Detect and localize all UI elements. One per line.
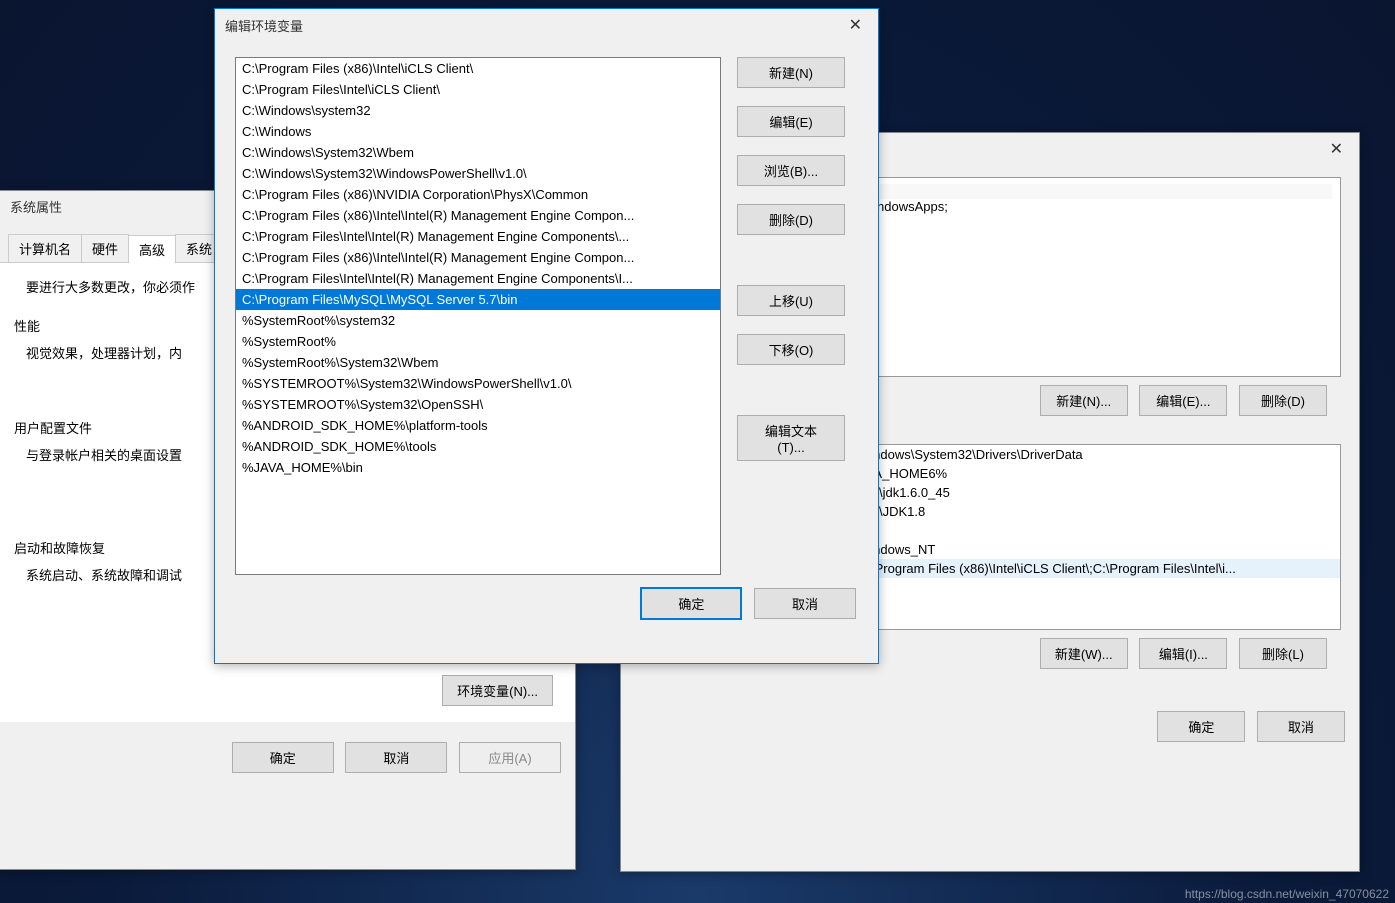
path-list-item[interactable]: %SYSTEMROOT%\System32\OpenSSH\ bbox=[236, 394, 720, 415]
edit-button[interactable]: 编辑(E) bbox=[737, 106, 845, 137]
path-list-item[interactable]: C:\Program Files (x86)\NVIDIA Corporatio… bbox=[236, 184, 720, 205]
path-list-item[interactable]: C:\Program Files\Intel\Intel(R) Manageme… bbox=[236, 226, 720, 247]
sys-edit-button[interactable]: 编辑(I)... bbox=[1139, 638, 1227, 669]
path-list-item[interactable]: C:\Program Files (x86)\Intel\Intel(R) Ma… bbox=[236, 247, 720, 268]
path-list-item[interactable]: C:\Program Files (x86)\Intel\Intel(R) Ma… bbox=[236, 205, 720, 226]
edit-path-dialog: 编辑环境变量 ✕ C:\Program Files (x86)\Intel\iC… bbox=[214, 8, 879, 664]
dialog-title: 编辑环境变量 bbox=[225, 16, 303, 35]
path-list-item[interactable]: C:\Windows\System32\Wbem bbox=[236, 142, 720, 163]
tab-hardware[interactable]: 硬件 bbox=[81, 234, 129, 262]
close-icon[interactable]: ✕ bbox=[843, 15, 868, 35]
apply-button[interactable]: 应用(A) bbox=[459, 742, 561, 773]
path-list-item[interactable]: C:\Windows bbox=[236, 121, 720, 142]
close-icon[interactable]: ✕ bbox=[1324, 139, 1349, 159]
cancel-button[interactable]: 取消 bbox=[1257, 711, 1345, 742]
sys-new-button[interactable]: 新建(W)... bbox=[1040, 638, 1128, 669]
new-button[interactable]: 新建(N) bbox=[737, 57, 845, 88]
path-list-item[interactable]: %SYSTEMROOT%\System32\WindowsPowerShell\… bbox=[236, 373, 720, 394]
tab-advanced[interactable]: 高级 bbox=[128, 235, 176, 263]
path-list-item[interactable]: C:\Windows\system32 bbox=[236, 100, 720, 121]
move-up-button[interactable]: 上移(U) bbox=[737, 285, 845, 316]
path-list-item[interactable]: %SystemRoot% bbox=[236, 331, 720, 352]
path-list-item[interactable]: %JAVA_HOME%\bin bbox=[236, 457, 720, 478]
ok-button[interactable]: 确定 bbox=[640, 587, 742, 620]
path-list-item[interactable]: %SystemRoot%\system32 bbox=[236, 310, 720, 331]
tab-computer-name[interactable]: 计算机名 bbox=[8, 234, 82, 262]
ok-button[interactable]: 确定 bbox=[1157, 711, 1245, 742]
path-listbox[interactable]: C:\Program Files (x86)\Intel\iCLS Client… bbox=[235, 57, 721, 575]
path-list-item[interactable]: C:\Program Files\MySQL\MySQL Server 5.7\… bbox=[236, 289, 720, 310]
browse-button[interactable]: 浏览(B)... bbox=[737, 155, 845, 186]
user-delete-button[interactable]: 删除(D) bbox=[1239, 385, 1327, 416]
path-list-item[interactable]: C:\Program Files\Intel\Intel(R) Manageme… bbox=[236, 268, 720, 289]
cancel-button[interactable]: 取消 bbox=[345, 742, 447, 773]
user-edit-button[interactable]: 编辑(E)... bbox=[1139, 385, 1227, 416]
user-new-button[interactable]: 新建(N)... bbox=[1040, 385, 1128, 416]
editpath-titlebar: 编辑环境变量 ✕ bbox=[215, 9, 878, 41]
watermark: https://blog.csdn.net/weixin_47070622 bbox=[1185, 887, 1389, 901]
ok-button[interactable]: 确定 bbox=[232, 742, 334, 773]
path-list-item[interactable]: %ANDROID_SDK_HOME%\platform-tools bbox=[236, 415, 720, 436]
path-list-item[interactable]: C:\Program Files (x86)\Intel\iCLS Client… bbox=[236, 58, 720, 79]
sys-delete-button[interactable]: 删除(L) bbox=[1239, 638, 1327, 669]
edit-text-button[interactable]: 编辑文本(T)... bbox=[737, 415, 845, 461]
move-down-button[interactable]: 下移(O) bbox=[737, 334, 845, 365]
delete-button[interactable]: 删除(D) bbox=[737, 204, 845, 235]
env-vars-button[interactable]: 环境变量(N)... bbox=[442, 675, 553, 706]
path-list-item[interactable]: %SystemRoot%\System32\Wbem bbox=[236, 352, 720, 373]
path-list-item[interactable]: C:\Windows\System32\WindowsPowerShell\v1… bbox=[236, 163, 720, 184]
path-list-item[interactable]: C:\Program Files\Intel\iCLS Client\ bbox=[236, 79, 720, 100]
path-list-item[interactable]: %ANDROID_SDK_HOME%\tools bbox=[236, 436, 720, 457]
cancel-button[interactable]: 取消 bbox=[754, 588, 856, 619]
dialog-title: 系统属性 bbox=[10, 197, 62, 216]
